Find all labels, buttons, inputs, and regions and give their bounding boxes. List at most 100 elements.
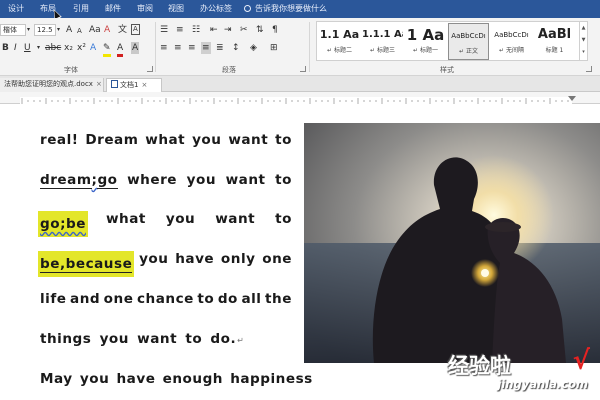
superscript-icon[interactable]: x² (77, 42, 86, 54)
subscript-icon[interactable]: x₂ (64, 42, 73, 54)
paragraph-dialog-launcher-icon[interactable] (300, 66, 306, 72)
change-case-icon[interactable]: Aa (89, 24, 101, 36)
strikethrough-icon[interactable]: abc (45, 42, 61, 54)
tab-document-1[interactable]: 法帮助您证明您的观点.docx × (0, 78, 104, 92)
text-line-6: things you want to do.↵ (40, 331, 292, 347)
style-name: 标题 1 (545, 47, 564, 54)
styles-gallery: 1.1 Aa ↵ 标题二 1.1.1 Aa ↵ 标题三 1 Aa ↵ 标题一 A… (316, 21, 588, 61)
sentence: May you have enough happiness (40, 371, 313, 387)
borders-icon[interactable]: ⊞ (270, 42, 278, 54)
sort-icon[interactable]: ⇅ (256, 24, 264, 36)
line-spacing-icon[interactable]: ↕ (232, 42, 240, 54)
style-sample: AaBl (537, 27, 572, 42)
horizontal-ruler[interactable] (0, 92, 600, 105)
highlight-color-icon[interactable]: ✎ (103, 42, 111, 57)
word: to (275, 211, 292, 227)
close-icon[interactable]: × (96, 80, 102, 88)
style-heading-1-alt[interactable]: AaBl 标题 1 (534, 23, 575, 60)
word: want (225, 172, 266, 188)
style-no-spacing[interactable]: AaBbCcDı ↵ 无间隔 (491, 23, 532, 60)
decrease-indent-icon[interactable]: ⇤ (210, 24, 218, 36)
menu-references[interactable]: 引用 (73, 3, 89, 14)
word: have (175, 251, 215, 267)
watermark-url: jingyanla.com (497, 377, 588, 391)
underline-dropdown-icon[interactable]: ▾ (37, 42, 40, 54)
word: you (139, 251, 169, 267)
style-sample: AaBbCcDı (494, 31, 529, 39)
scroll-up-icon[interactable]: ▲ (580, 22, 587, 34)
checkmark-icon: √ (572, 346, 590, 376)
text-effects-icon[interactable]: A (90, 42, 96, 54)
shading-icon[interactable]: ◈ (250, 42, 257, 54)
font-name-dropdown-icon[interactable]: ▾ (27, 24, 30, 36)
word: do (217, 291, 238, 307)
sentence: things you want to do. (40, 331, 237, 347)
more-styles-icon[interactable]: ▾ (580, 46, 587, 58)
align-center-icon[interactable]: ≡ (174, 42, 182, 54)
font-color-icon[interactable]: A (117, 42, 124, 57)
style-name: ↵ 标题三 (370, 47, 395, 54)
text-line-2: dream;go where you want to (40, 172, 292, 189)
align-left-icon[interactable]: ≡ (160, 42, 168, 54)
italic-icon[interactable]: I (14, 42, 17, 54)
phonetic-guide-icon[interactable]: 文 (118, 24, 127, 36)
menu-review[interactable]: 审阅 (137, 3, 153, 14)
close-icon[interactable]: × (141, 81, 147, 89)
text-line-3: go;be what you want to (38, 211, 292, 237)
shrink-font-icon[interactable]: A (77, 25, 82, 37)
justify-icon[interactable]: ≡ (201, 42, 211, 54)
style-name: ↵ 正文 (459, 48, 478, 55)
style-sample: 1 Aa (406, 26, 445, 44)
word: life (40, 291, 67, 307)
word: one (262, 251, 292, 267)
menu-design[interactable]: 设计 (8, 3, 24, 14)
show-marks-icon[interactable]: ¶ (272, 24, 278, 36)
numbering-icon[interactable]: ≡ (176, 24, 184, 36)
multilevel-list-icon[interactable]: ☷ (192, 24, 200, 36)
tab-document-2[interactable]: 文档1 × (106, 78, 162, 92)
character-border-icon[interactable]: A (131, 24, 140, 35)
word: you (186, 172, 217, 188)
style-normal[interactable]: AaBbCcDı ↵ 正文 (448, 23, 489, 60)
text-line-4: be,because you have only one (38, 251, 292, 277)
menu-office-tab[interactable]: 办公标签 (200, 3, 232, 14)
word: only (220, 251, 256, 267)
word: real! (40, 132, 79, 148)
align-right-icon[interactable]: ≡ (188, 42, 196, 54)
lightbulb-icon (244, 5, 251, 12)
scroll-down-icon[interactable]: ▼ (580, 34, 587, 46)
menu-mailings[interactable]: 邮件 (105, 3, 121, 14)
distributed-icon[interactable]: ≣ (216, 42, 224, 54)
text-line-5: life and one chance to do all the (40, 291, 292, 307)
bold-icon[interactable]: B (2, 42, 9, 54)
menu-bar: 设计 布局 引用 邮件 审阅 视图 办公标签 告诉我你想要做什么 (0, 0, 600, 21)
word: you (192, 132, 222, 148)
style-heading-2[interactable]: 1.1 Aa ↵ 标题二 (319, 23, 360, 60)
tab-label: 文档1 (120, 81, 139, 89)
clear-format-icon[interactable]: A (104, 24, 110, 36)
word: the (265, 291, 292, 307)
watermark-text: 经验啦 (448, 354, 511, 378)
word: Dream (85, 132, 139, 148)
character-shading-icon[interactable]: A (131, 42, 140, 54)
bullets-icon[interactable]: ☰ (160, 24, 168, 36)
grow-font-icon[interactable]: A (66, 24, 72, 36)
underline-icon[interactable]: U (24, 42, 31, 54)
chinese-layout-icon[interactable]: ✂ (240, 24, 248, 36)
menu-view[interactable]: 视图 (168, 3, 184, 14)
style-sample: 1.1.1 Aa (362, 29, 403, 40)
style-heading-1[interactable]: 1 Aa ↵ 标题一 (405, 23, 446, 60)
increase-indent-icon[interactable]: ⇥ (224, 24, 232, 36)
styles-scroll[interactable]: ▲ ▼ ▾ (579, 22, 587, 60)
tell-me-search[interactable]: 告诉我你想要做什么 (244, 3, 327, 14)
font-dialog-launcher-icon[interactable] (147, 66, 153, 72)
word: want (228, 132, 269, 148)
word: one (103, 291, 134, 307)
font-size-box[interactable]: 12.5 (34, 24, 56, 36)
embedded-photo[interactable] (304, 123, 600, 363)
font-size-dropdown-icon[interactable]: ▾ (57, 24, 60, 36)
font-name-box[interactable]: 楷体 (0, 24, 26, 36)
ribbon-separator (309, 22, 310, 72)
style-heading-3[interactable]: 1.1.1 Aa ↵ 标题三 (362, 23, 403, 60)
styles-dialog-launcher-icon[interactable] (586, 66, 592, 72)
